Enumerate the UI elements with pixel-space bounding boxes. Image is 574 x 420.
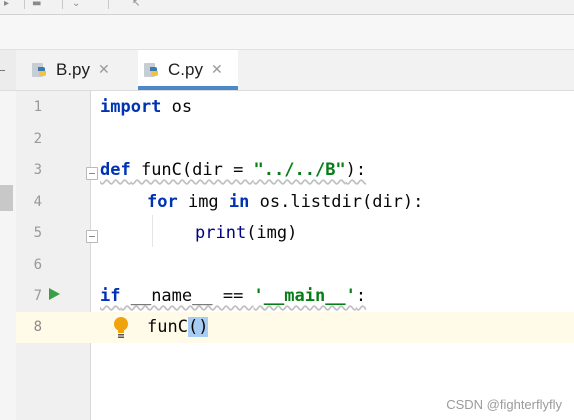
line-number: 7 bbox=[33, 288, 42, 304]
current-line-highlight bbox=[16, 312, 574, 343]
python-file-icon bbox=[32, 63, 46, 77]
code-text: __name__ == bbox=[120, 286, 254, 306]
scroll-marker bbox=[0, 185, 13, 211]
line-number: 4 bbox=[33, 194, 42, 210]
code-text: os bbox=[161, 97, 193, 117]
line-number: 8 bbox=[33, 319, 42, 335]
tab-bar-gutter bbox=[0, 50, 16, 90]
string-literal: "../../B" bbox=[253, 160, 346, 180]
close-icon[interactable]: ✕ bbox=[211, 62, 223, 78]
keyword: def bbox=[100, 160, 131, 180]
tab-b-py[interactable]: B.py ✕ bbox=[30, 50, 126, 90]
code-line-5[interactable]: print(img) bbox=[195, 218, 297, 249]
fold-icon[interactable] bbox=[86, 230, 98, 243]
code-text: : bbox=[355, 286, 367, 306]
code-text: (img) bbox=[246, 223, 298, 243]
close-icon[interactable]: ✕ bbox=[98, 62, 110, 78]
code-line-1[interactable]: import os bbox=[100, 92, 192, 123]
tab-label: C.py bbox=[168, 60, 203, 79]
tab-c-py[interactable]: C.py ✕ bbox=[138, 50, 238, 90]
dropdown-toolbar-icon[interactable]: ⌄ bbox=[72, 0, 80, 10]
string-literal: '__main__' bbox=[253, 286, 356, 306]
keyword: if bbox=[100, 286, 121, 306]
line-number: 3 bbox=[33, 162, 42, 178]
keyword: for bbox=[147, 192, 178, 212]
code-line-4[interactable]: for img in os.listdir(dir): bbox=[147, 187, 423, 218]
code-line-7[interactable]: if __name__ == '__main__': bbox=[100, 281, 366, 312]
tab-label: B.py bbox=[56, 60, 91, 79]
run-toolbar-icon[interactable]: ▸ bbox=[4, 0, 9, 10]
selected-parens: () bbox=[187, 317, 209, 337]
toolbar-separator bbox=[108, 0, 109, 9]
top-toolbar: ▸ ▬ ⌄ ↖ bbox=[0, 0, 574, 15]
run-icon[interactable] bbox=[49, 288, 60, 300]
indent-guide bbox=[152, 215, 153, 247]
keyword: import bbox=[100, 97, 162, 117]
code-text: os.listdir(dir): bbox=[249, 192, 424, 212]
lightbulb-icon[interactable] bbox=[111, 315, 133, 339]
code-text: funC(dir = bbox=[130, 160, 254, 180]
watermark: CSDN @fighterflyfly bbox=[446, 397, 562, 412]
toolbar-spacer bbox=[0, 15, 574, 50]
line-number: 1 bbox=[33, 99, 42, 115]
code-text: ): bbox=[345, 160, 367, 180]
toolbar-separator bbox=[62, 0, 63, 9]
builtin-function: print bbox=[195, 223, 247, 243]
editor-left-strip bbox=[0, 91, 16, 420]
python-file-icon bbox=[144, 63, 158, 77]
code-line-8[interactable]: funC() bbox=[147, 312, 209, 343]
keyword: in bbox=[228, 192, 250, 212]
stop-toolbar-icon[interactable]: ▬ bbox=[32, 0, 41, 10]
line-number: 5 bbox=[33, 225, 42, 241]
function-call: funC bbox=[147, 317, 188, 337]
line-number: 6 bbox=[33, 257, 42, 273]
line-number: 2 bbox=[33, 131, 42, 147]
search-toolbar-icon[interactable]: ↖ bbox=[132, 0, 140, 10]
code-editor[interactable]: 1 2 3 4 5 6 7 8 import os def funC(dir =… bbox=[0, 91, 574, 420]
fold-icon[interactable] bbox=[86, 167, 98, 180]
code-text: img bbox=[177, 192, 229, 212]
editor-tab-bar: B.py ✕ C.py ✕ bbox=[0, 50, 574, 91]
code-line-3[interactable]: def funC(dir = "../../B"): bbox=[100, 155, 366, 186]
toolbar-separator bbox=[24, 0, 25, 9]
